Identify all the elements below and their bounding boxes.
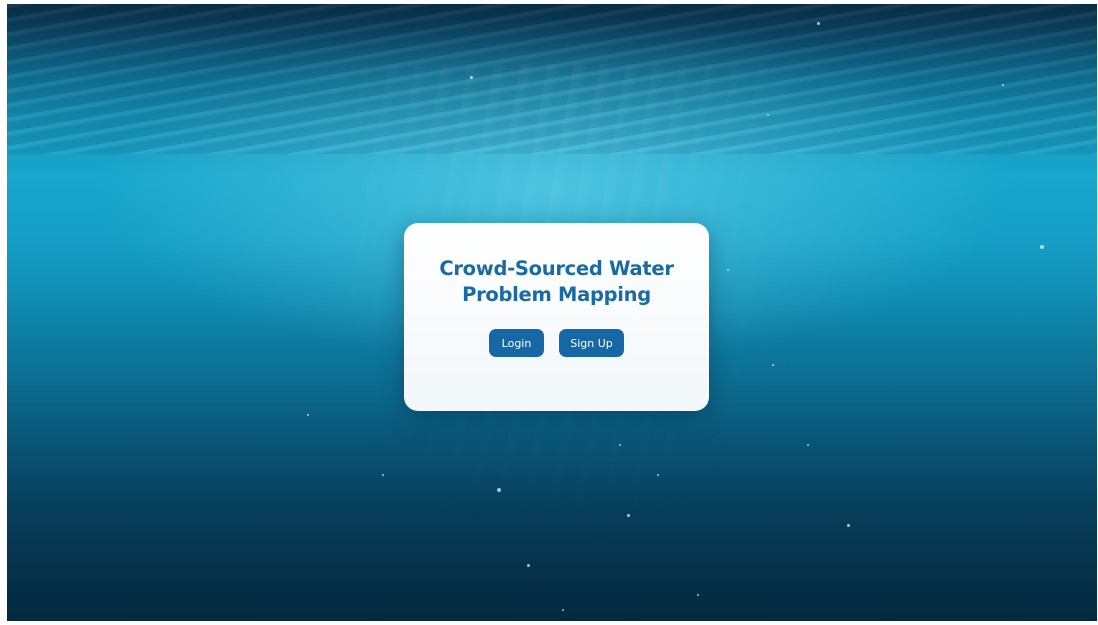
bubble [562, 609, 564, 611]
bubble [470, 76, 473, 79]
bubble [657, 474, 659, 476]
bubble [497, 488, 501, 492]
bubble [817, 22, 820, 25]
bubble [527, 564, 530, 567]
bubble [1040, 245, 1044, 249]
title-line-2: Problem Mapping [462, 283, 651, 306]
bubble [847, 524, 850, 527]
bubble [382, 474, 384, 476]
bubble [307, 414, 309, 416]
bubble [619, 444, 621, 446]
login-button[interactable]: Login [489, 329, 544, 357]
title-line-1: Crowd-Sourced Water [439, 257, 674, 280]
welcome-card: Crowd-Sourced Water Problem Mapping Logi… [404, 223, 709, 411]
page-title: Crowd-Sourced Water Problem Mapping [404, 256, 709, 308]
auth-button-row: Login Sign Up [404, 329, 709, 357]
bubble [1002, 84, 1004, 86]
bubble [767, 114, 769, 116]
bubble [697, 594, 699, 596]
bubble [727, 269, 729, 271]
sign-up-button[interactable]: Sign Up [559, 329, 624, 357]
bubble [807, 444, 809, 446]
bubble [627, 514, 630, 517]
depth-shade [7, 401, 1097, 621]
bubble [772, 364, 774, 366]
